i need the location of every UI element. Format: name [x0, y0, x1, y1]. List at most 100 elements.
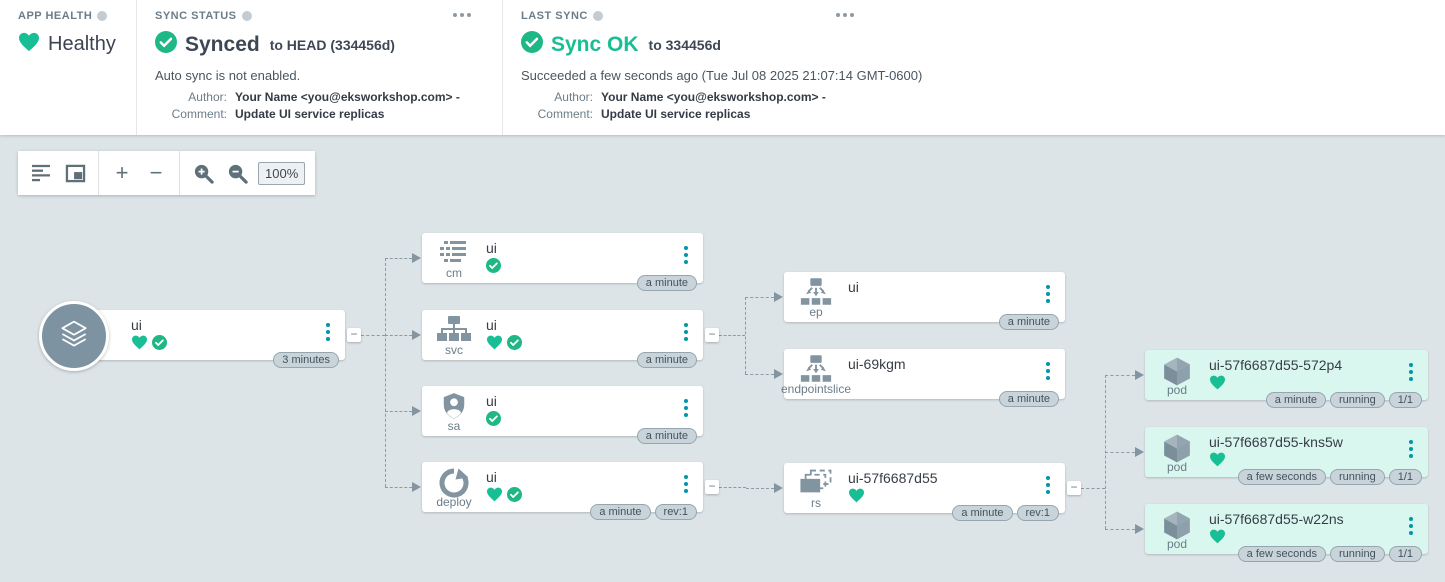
status-badge: a minute — [637, 275, 697, 291]
resource-status-icons — [1209, 452, 1226, 472]
help-icon[interactable] — [97, 11, 107, 21]
resource-kind-label: pod — [1167, 383, 1187, 397]
author-label: Author: — [155, 90, 227, 104]
resource-kind-label: pod — [1167, 537, 1187, 551]
resource-tree-canvas[interactable]: + − 100% −−−−ui3 minutescmuia minutesvcu… — [0, 135, 1445, 582]
resource-name: ui-69kgm — [848, 356, 906, 372]
node-menu-icon[interactable] — [682, 244, 690, 266]
node-menu-icon[interactable] — [682, 473, 690, 495]
status-badge: running — [1330, 469, 1385, 485]
application-root-icon[interactable] — [39, 301, 109, 371]
author-value: Your Name <you@eksworkshop.com> - — [235, 90, 502, 104]
heart-icon — [18, 32, 40, 57]
edge-line — [361, 335, 385, 336]
resource-name: ui-57f6687d55-572p4 — [1209, 357, 1342, 373]
resource-name: ui-57f6687d55 — [848, 470, 938, 486]
app-health-label: APP HEALTH — [18, 10, 136, 22]
edge-arrow-icon — [412, 406, 421, 416]
node-menu-icon[interactable] — [1407, 361, 1415, 383]
resource-name: ui-57f6687d55-w22ns — [1209, 511, 1344, 527]
resource-status-icons — [486, 411, 501, 431]
node-badges: a minute — [637, 275, 697, 291]
node-menu-icon[interactable] — [682, 397, 690, 419]
application-layers-icon — [56, 318, 92, 355]
collapse-button[interactable]: − — [347, 328, 361, 342]
sync-status-text: Synced — [185, 33, 260, 57]
resource-name: ui — [131, 317, 142, 333]
node-badges: a minuterunning1/1 — [1266, 392, 1422, 408]
resource-kind-label: svc — [445, 343, 463, 357]
zoom-level-value[interactable]: 100% — [258, 162, 305, 185]
magnifier-plus-icon[interactable] — [186, 156, 220, 190]
node-menu-icon[interactable] — [1407, 515, 1415, 537]
heart-icon — [486, 335, 503, 355]
comment-value: Update UI service replicas — [601, 107, 1445, 121]
edge-arrow-icon — [412, 330, 421, 340]
status-badge: a minute — [1266, 392, 1326, 408]
node-menu-icon[interactable] — [1044, 360, 1052, 382]
synced-check-icon — [507, 335, 522, 355]
node-menu-icon[interactable] — [1044, 283, 1052, 305]
author-value: Your Name <you@eksworkshop.com> - — [601, 90, 1445, 104]
status-badge: running — [1330, 546, 1385, 562]
last-sync-panel: LAST SYNC Sync OK to 334456d Succeeded a… — [503, 0, 1445, 135]
edge-line — [385, 411, 412, 412]
sync-ok-check-icon — [521, 31, 543, 58]
resource-name: ui — [486, 317, 497, 333]
author-label: Author: — [521, 90, 593, 104]
magnifier-minus-icon[interactable] — [220, 156, 254, 190]
layout-list-icon[interactable] — [24, 156, 58, 190]
last-sync-row[interactable]: Sync OK to 334456d — [521, 31, 1445, 58]
status-badge: a minute — [999, 314, 1059, 330]
resource-kind-label: sa — [448, 419, 461, 433]
app-health-label-text: APP HEALTH — [18, 10, 92, 22]
edge-arrow-icon — [1135, 370, 1144, 380]
node-menu-icon[interactable] — [324, 321, 332, 343]
resource-name: ui-57f6687d55-kns5w — [1209, 434, 1343, 450]
node-menu-icon[interactable] — [1407, 438, 1415, 460]
zoom-in-button[interactable]: + — [105, 156, 139, 190]
node-badges: a few secondsrunning1/1 — [1238, 546, 1422, 562]
zoom-out-button[interactable]: − — [139, 156, 173, 190]
last-sync-detail: Succeeded a few seconds ago (Tue Jul 08 … — [521, 68, 1445, 83]
node-badges: a few secondsrunning1/1 — [1238, 469, 1422, 485]
edge-line — [1081, 488, 1105, 489]
node-menu-icon[interactable] — [682, 321, 690, 343]
resource-kind-label: pod — [1167, 460, 1187, 474]
heart-icon — [1209, 375, 1226, 395]
last-sync-menu-icon[interactable] — [833, 10, 857, 20]
fit-to-view-icon[interactable] — [58, 156, 92, 190]
last-sync-target: to 334456d — [649, 37, 721, 53]
edge-line — [719, 487, 746, 488]
node-menu-icon[interactable] — [1044, 474, 1052, 496]
status-badge: running — [1330, 392, 1385, 408]
node-badges: 3 minutes — [273, 352, 339, 368]
help-icon[interactable] — [242, 11, 252, 21]
node-badges: a minute — [999, 391, 1059, 407]
status-badge: a minute — [952, 505, 1012, 521]
node-badges: a minuterev:1 — [952, 505, 1059, 521]
synced-check-icon — [486, 258, 501, 278]
heart-icon — [1209, 452, 1226, 472]
sync-status-menu-icon[interactable] — [450, 10, 474, 20]
status-badge: 1/1 — [1389, 469, 1422, 485]
help-icon[interactable] — [593, 11, 603, 21]
comment-label: Comment: — [155, 107, 227, 121]
resource-name: ui — [486, 240, 497, 256]
sync-status-target: to HEAD (334456d) — [270, 37, 395, 53]
resource-status-icons — [1209, 529, 1226, 549]
last-sync-text: Sync OK — [551, 33, 639, 57]
graph-toolbar: + − 100% — [18, 151, 315, 195]
status-badge: a few seconds — [1238, 546, 1326, 562]
status-badge: a minute — [590, 504, 650, 520]
app-health-text: Healthy — [48, 33, 116, 56]
app-status-header: APP HEALTH Healthy SYNC STATUS Synced to… — [0, 0, 1445, 135]
collapse-button[interactable]: − — [705, 480, 719, 494]
edge-line — [745, 297, 774, 298]
collapse-button[interactable]: − — [1067, 481, 1081, 495]
sync-status-row[interactable]: Synced to HEAD (334456d) — [155, 31, 502, 58]
resource-name: ui — [486, 469, 497, 485]
collapse-button[interactable]: − — [705, 328, 719, 342]
resource-kind-label: ep — [809, 305, 822, 319]
synced-check-icon — [507, 487, 522, 507]
